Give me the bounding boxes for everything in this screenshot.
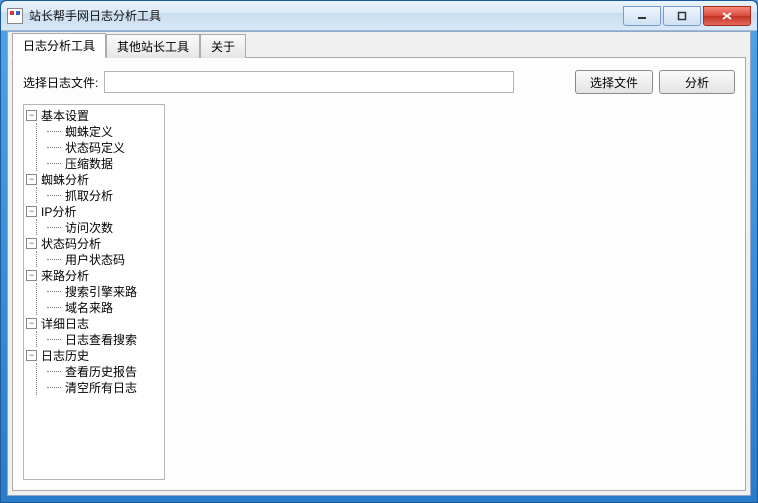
tree-node[interactable]: −状态码分析 [26,235,164,251]
tree-node[interactable]: −日志历史 [26,347,164,363]
tree-leaf-label: 状态码定义 [65,139,125,156]
tree-leaf[interactable]: 用户状态码 [43,251,164,267]
tree-node-label: 基本设置 [41,107,89,124]
collapse-icon[interactable]: − [26,110,37,121]
collapse-icon[interactable]: − [26,238,37,249]
tree-node-label: 详细日志 [41,315,89,332]
collapse-icon[interactable]: − [26,318,37,329]
tree-leaf-label: 抓取分析 [65,187,113,204]
log-filepath-input[interactable] [104,71,514,93]
choose-file-button[interactable]: 选择文件 [575,70,653,94]
tree-node[interactable]: −蜘蛛分析 [26,171,164,187]
tree-leaf-label: 压缩数据 [65,155,113,172]
tree-node[interactable]: −IP分析 [26,203,164,219]
tree-connector [47,307,61,308]
tree-connector [47,195,61,196]
tree-leaf[interactable]: 日志查看搜索 [43,331,164,347]
tree-node-label: 蜘蛛分析 [41,171,89,188]
tree-leaf-label: 访问次数 [65,219,113,236]
collapse-icon[interactable]: − [26,270,37,281]
maximize-icon [677,11,687,21]
tree-node-label: 状态码分析 [41,235,101,252]
select-log-label: 选择日志文件: [23,74,98,91]
tab-about[interactable]: 关于 [200,34,246,58]
tree-node-label: 日志历史 [41,347,89,364]
navigation-tree[interactable]: −基本设置蜘蛛定义状态码定义压缩数据−蜘蛛分析抓取分析−IP分析访问次数−状态码… [23,104,165,480]
tree-leaf-label: 清空所有日志 [65,379,137,396]
tree-leaf[interactable]: 压缩数据 [43,155,164,171]
tree-leaf[interactable]: 查看历史报告 [43,363,164,379]
tree-leaf[interactable]: 抓取分析 [43,187,164,203]
tree-connector [47,131,61,132]
tree-leaf[interactable]: 状态码定义 [43,139,164,155]
tree-connector [47,227,61,228]
tree-connector [47,291,61,292]
tree-node[interactable]: −来路分析 [26,267,164,283]
close-icon [721,11,733,21]
analyze-button[interactable]: 分析 [659,70,735,94]
collapse-icon[interactable]: − [26,206,37,217]
window-title: 站长帮手网日志分析工具 [29,7,161,24]
tree-leaf[interactable]: 清空所有日志 [43,379,164,395]
tab-page-log-analysis: 选择日志文件: 选择文件 分析 −基本设置蜘蛛定义状态码定义压缩数据−蜘蛛分析抓… [12,58,746,491]
app-icon [7,8,23,24]
tree-leaf[interactable]: 蜘蛛定义 [43,123,164,139]
tree-leaf-label: 用户状态码 [65,251,125,268]
tab-log-analysis[interactable]: 日志分析工具 [12,33,106,58]
tree-node[interactable]: −基本设置 [26,107,164,123]
tree-connector [47,387,61,388]
tree-leaf-label: 域名来路 [65,299,113,316]
tree-leaf-label: 蜘蛛定义 [65,123,113,140]
tree-node-label: 来路分析 [41,267,89,284]
tree-connector [47,259,61,260]
file-select-row: 选择日志文件: 选择文件 分析 [23,70,735,94]
tree-leaf-label: 查看历史报告 [65,363,137,380]
tree-node-label: IP分析 [41,203,76,220]
collapse-icon[interactable]: − [26,350,37,361]
collapse-icon[interactable]: − [26,174,37,185]
tree-leaf-label: 搜索引擎来路 [65,283,137,300]
tree-leaf[interactable]: 域名来路 [43,299,164,315]
minimize-button[interactable] [623,6,661,26]
tree-connector [47,147,61,148]
tabstrip: 日志分析工具 其他站长工具 关于 [12,36,746,58]
titlebar[interactable]: 站长帮手网日志分析工具 [1,1,757,31]
tree-connector [47,339,61,340]
close-button[interactable] [703,6,751,26]
minimize-icon [637,11,647,21]
client-area: 日志分析工具 其他站长工具 关于 选择日志文件: 选择文件 分析 −基本设置蜘蛛… [7,31,751,496]
tree-node[interactable]: −详细日志 [26,315,164,331]
tree-connector [47,371,61,372]
tab-other-tools[interactable]: 其他站长工具 [106,34,200,58]
tree-connector [47,163,61,164]
tree-leaf[interactable]: 搜索引擎来路 [43,283,164,299]
window-frame: 站长帮手网日志分析工具 日志分析工具 其他站长工具 关于 选择日 [0,0,758,503]
maximize-button[interactable] [663,6,701,26]
window-controls [621,6,751,26]
tree-leaf-label: 日志查看搜索 [65,331,137,348]
tree-leaf[interactable]: 访问次数 [43,219,164,235]
